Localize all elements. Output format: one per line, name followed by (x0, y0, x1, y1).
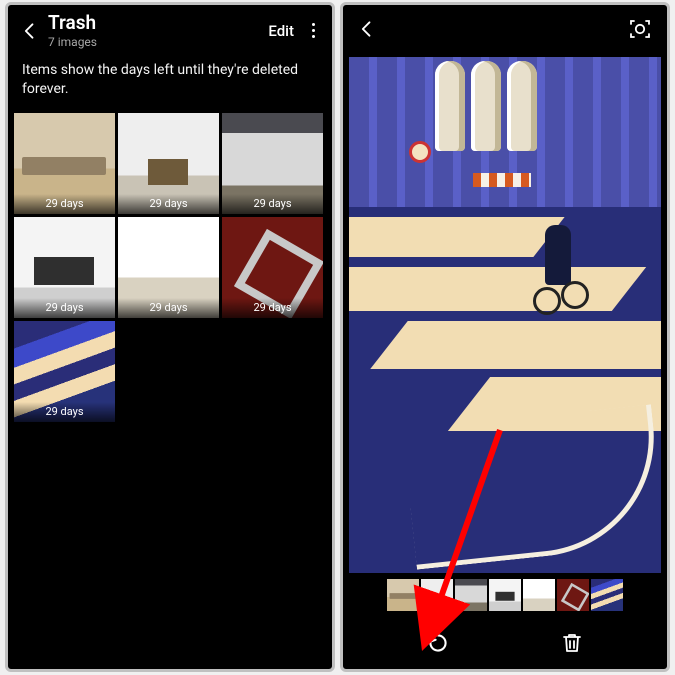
page-subtitle: 7 images (48, 35, 268, 49)
days-left-badge: 29 days (222, 298, 323, 318)
header: Trash 7 images Edit (8, 5, 332, 55)
image-content (349, 57, 661, 573)
filmstrip-item[interactable] (523, 579, 555, 611)
filmstrip-item[interactable] (455, 579, 487, 611)
days-left-badge: 29 days (118, 298, 219, 318)
filmstrip (349, 579, 661, 613)
thumbnail-item[interactable]: 29 days (118, 217, 219, 318)
restore-button[interactable] (421, 626, 455, 660)
back-button[interactable] (353, 15, 381, 43)
restore-icon (425, 630, 451, 656)
days-left-badge: 29 days (118, 194, 219, 214)
thumbnail-item[interactable]: 29 days (118, 113, 219, 214)
viewer-header (343, 5, 667, 51)
filmstrip-item[interactable] (489, 579, 521, 611)
thumbnail-item[interactable]: 29 days (14, 321, 115, 422)
filmstrip-item[interactable] (421, 579, 453, 611)
trash-list-screen: Trash 7 images Edit Items show the days … (5, 2, 335, 672)
image-viewer-screen (340, 2, 670, 672)
days-left-badge: 29 days (14, 298, 115, 318)
chevron-left-icon (357, 19, 377, 39)
vision-icon (628, 17, 652, 41)
days-left-badge: 29 days (222, 194, 323, 214)
chevron-left-icon (20, 21, 40, 41)
thumbnail-item[interactable]: 29 days (222, 217, 323, 318)
delete-button[interactable] (555, 626, 589, 660)
thumbnail-grid: 29 days 29 days 29 days 29 days 29 days … (8, 113, 332, 422)
thumbnail-item[interactable]: 29 days (14, 217, 115, 318)
trash-icon (560, 631, 584, 655)
image-viewport[interactable] (349, 57, 661, 573)
days-left-badge: 29 days (14, 194, 115, 214)
thumbnail-item[interactable]: 29 days (222, 113, 323, 214)
more-options-button[interactable] (304, 17, 322, 45)
title-block: Trash 7 images (48, 13, 268, 49)
bottom-action-bar (343, 617, 667, 669)
days-left-badge: 29 days (14, 402, 115, 422)
filmstrip-item[interactable] (557, 579, 589, 611)
back-button[interactable] (16, 17, 44, 45)
edit-button[interactable]: Edit (268, 22, 294, 40)
filmstrip-item[interactable] (387, 579, 419, 611)
bixby-vision-button[interactable] (627, 16, 653, 42)
info-text: Items show the days left until they're d… (8, 55, 332, 113)
thumbnail-item[interactable]: 29 days (14, 113, 115, 214)
page-title: Trash (48, 13, 268, 34)
filmstrip-item[interactable] (591, 579, 623, 611)
